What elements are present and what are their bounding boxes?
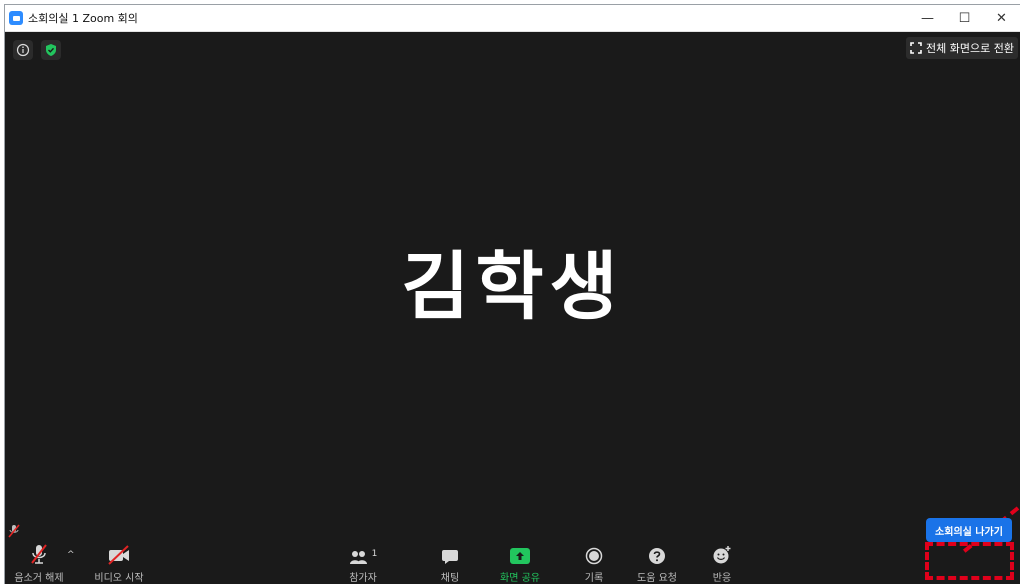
participants-count: 1 — [371, 549, 378, 559]
participants-icon: 1 — [349, 542, 378, 565]
start-video-button[interactable]: 비디오 시작 — [91, 542, 147, 584]
unmute-button[interactable]: 음소거 해제 — [11, 542, 67, 584]
window-controls: — ☐ ✕ — [909, 5, 1020, 31]
share-screen-button[interactable]: 화면 공유 — [495, 542, 545, 584]
meeting-toolbar: 음소거 해제 ^ 비디오 시작 1 참가자 채팅 화면 공유 기록 도움 요청 … — [5, 542, 1020, 584]
participant-name: 김학생 — [401, 244, 624, 330]
record-icon — [585, 542, 603, 565]
annotation-highlight-box — [925, 542, 1014, 580]
fullscreen-label: 전체 화면으로 전환 — [926, 42, 1014, 55]
video-stage: 전체 화면으로 전환 김학생 음소거 해제 ^ 비디오 시작 1 참가자 채팅 … — [5, 32, 1020, 584]
leave-breakout-room-button[interactable]: 소회의실 나가기 — [926, 518, 1012, 542]
unmute-label: 음소거 해제 — [14, 573, 64, 584]
start-video-label: 비디오 시작 — [94, 573, 144, 584]
audio-options-caret[interactable]: ^ — [67, 550, 75, 560]
info-icon[interactable] — [13, 40, 33, 60]
help-icon — [648, 542, 666, 565]
shield-icon[interactable] — [41, 40, 61, 60]
meeting-info-icons — [13, 40, 61, 60]
video-off-icon — [107, 542, 131, 565]
muted-indicator-icon — [8, 523, 20, 542]
zoom-window: 소회의실 1 Zoom 회의 — ☐ ✕ 전체 화면으로 전환 김학생 음소거 … — [5, 5, 1020, 584]
reactions-button[interactable]: 반응 — [705, 542, 739, 584]
reaction-icon — [712, 542, 732, 565]
title-bar: 소회의실 1 Zoom 회의 — ☐ ✕ — [5, 5, 1020, 32]
reactions-label: 반응 — [712, 573, 732, 584]
fullscreen-button[interactable]: 전체 화면으로 전환 — [906, 37, 1018, 59]
window-title: 소회의실 1 Zoom 회의 — [28, 12, 138, 25]
chat-button[interactable]: 채팅 — [433, 542, 467, 584]
minimize-button[interactable]: — — [909, 5, 946, 31]
record-button[interactable]: 기록 — [577, 542, 611, 584]
ask-for-help-label: 도움 요청 — [637, 573, 677, 584]
ask-for-help-button[interactable]: 도움 요청 — [631, 542, 683, 584]
share-screen-label: 화면 공유 — [500, 573, 540, 584]
zoom-app-icon — [9, 11, 23, 25]
record-label: 기록 — [584, 573, 604, 584]
share-screen-icon — [509, 542, 531, 565]
mic-muted-icon — [29, 542, 49, 565]
chat-label: 채팅 — [440, 573, 460, 584]
participants-label: 참가자 — [349, 573, 377, 584]
chat-icon — [441, 542, 459, 565]
maximize-button[interactable]: ☐ — [946, 5, 983, 31]
participants-button[interactable]: 1 참가자 — [341, 542, 385, 584]
close-button[interactable]: ✕ — [983, 5, 1020, 31]
fullscreen-icon — [910, 42, 922, 54]
